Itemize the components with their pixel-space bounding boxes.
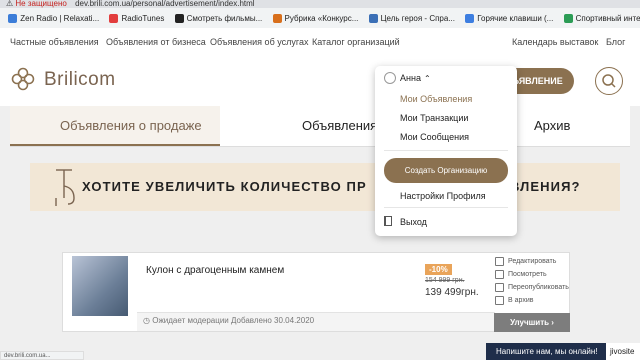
user-dropdown	[375, 66, 517, 236]
view-action[interactable]: Посмотреть	[495, 268, 570, 281]
tab-ads[interactable]: Объявления	[302, 118, 377, 133]
clock-icon: ◷	[143, 316, 150, 325]
address-bar[interactable]: ⚠ Не защищено dev.brili.com.ua/personal/…	[0, 0, 640, 8]
menu-divider	[384, 207, 508, 208]
edit-action[interactable]: Редактировать	[495, 255, 570, 268]
url-text[interactable]: dev.brili.com.ua/personal/advertisement/…	[75, 0, 255, 8]
logo-icon[interactable]	[10, 66, 36, 92]
banner-text: ХОТИТЕ УВЕЛИЧИТЬ КОЛИЧЕСТВО ПР	[82, 179, 367, 194]
bookmark-item[interactable]: Рубрика «Конкурс...	[272, 8, 358, 28]
bookmark-item[interactable]: Смотреть фильмы...	[174, 8, 262, 28]
bookmark-icon	[8, 13, 18, 23]
search-icon	[602, 74, 616, 88]
logo-text[interactable]: Brilicom	[44, 69, 116, 91]
nav-org-catalog[interactable]: Каталог организаций	[312, 37, 400, 47]
menu-my-ads[interactable]: Мои Объявления	[400, 94, 472, 104]
bookmark-item[interactable]: Спортивный интер...	[563, 8, 640, 28]
archive-action[interactable]: В архив	[495, 294, 570, 307]
menu-profile-settings[interactable]: Настройки Профиля	[400, 191, 486, 201]
ad-thumbnail[interactable]	[72, 256, 128, 316]
eye-icon	[495, 270, 504, 279]
bookmark-item[interactable]: Горячие клавиши (...	[465, 8, 553, 28]
chat-widget[interactable]: Напишите нам, мы онлайн!	[486, 343, 606, 360]
trash-icon	[495, 296, 504, 305]
menu-logout[interactable]: Выход	[400, 217, 427, 227]
hanger-icon	[55, 169, 75, 206]
ad-status: ◷ Ожидает модерации Добавлено 30.04.2020	[143, 316, 315, 325]
menu-my-transactions[interactable]: Мои Транзакции	[400, 113, 468, 123]
user-menu-toggle[interactable]: Анна ⌃	[384, 72, 431, 84]
ad-actions: Редактировать Посмотреть Переопубликоват…	[495, 255, 570, 307]
bookmark-item[interactable]: Цель героя - Спра...	[368, 8, 455, 28]
old-price: 154 999 грн.	[425, 277, 465, 284]
bookmark-item[interactable]: RadioTunes	[109, 8, 164, 28]
top-navigation: Частные объявления Объявления от бизнеса…	[0, 28, 640, 57]
user-icon	[384, 72, 396, 84]
bookmark-icon	[563, 13, 573, 23]
republish-action[interactable]: Переопубликовать	[495, 281, 570, 294]
browser-status-url: dev.brili.com.ua...	[0, 351, 84, 360]
discount-badge: -10%	[425, 264, 452, 275]
bookmark-item[interactable]: Zen Radio | Relaxati...	[8, 8, 99, 28]
chat-brand: jivosite	[606, 343, 640, 360]
bookmark-icon	[465, 13, 475, 23]
security-label: Не защищено	[15, 0, 67, 8]
warning-icon: ⚠	[6, 0, 14, 8]
edit-icon	[495, 257, 504, 266]
menu-my-messages[interactable]: Мои Сообщения	[400, 132, 469, 142]
ad-title[interactable]: Кулон с драгоценным камнем	[146, 265, 284, 276]
search-button[interactable]	[595, 67, 623, 95]
bookmark-icon	[109, 13, 119, 23]
tab-archive[interactable]: Архив	[534, 118, 570, 133]
bookmark-icon	[272, 13, 282, 23]
nav-exhibition-calendar[interactable]: Календарь выставок	[512, 37, 598, 47]
refresh-icon	[495, 283, 504, 292]
logout-icon	[384, 216, 392, 226]
nav-blog[interactable]: Блог	[606, 37, 625, 47]
create-organization-button[interactable]: Создать Организацию	[384, 158, 508, 183]
tab-sale-ads[interactable]: Объявления о продаже	[60, 118, 202, 133]
price: 139 499грн.	[425, 287, 479, 298]
nav-private-ads[interactable]: Частные объявления	[10, 37, 99, 47]
chevron-up-icon: ⌃	[423, 73, 431, 83]
bookmark-icon	[368, 13, 378, 23]
nav-business-ads[interactable]: Объявления от бизнеса	[106, 37, 206, 47]
promote-button[interactable]: Улучшить ›	[494, 313, 570, 332]
bookmarks-bar: Zen Radio | Relaxati... RadioTunes Смотр…	[0, 8, 640, 29]
menu-divider	[384, 150, 508, 151]
nav-service-ads[interactable]: Объявления об услугах	[210, 37, 308, 47]
bookmark-icon	[174, 13, 184, 23]
banner-text-end: ВЛЕНИЯ?	[510, 179, 581, 194]
